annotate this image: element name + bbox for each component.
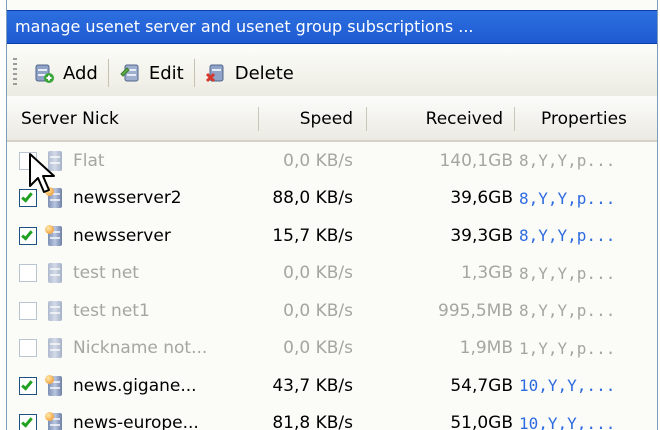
server-nick-cell: test net1 [7, 300, 259, 322]
server-nick: test net [73, 263, 139, 284]
server-properties: 8,Y,Y,p... [519, 188, 616, 208]
server-icon [45, 337, 65, 359]
server-enable-checkbox[interactable] [19, 264, 37, 283]
server-row[interactable]: Nickname not... 0,0 KB/s 1,9MB 1,Y,Y,p... [7, 330, 657, 368]
server-received: 995,5MB [438, 300, 513, 321]
server-row[interactable]: Flat 0,0 KB/s 140,1GB 8,Y,Y,p... [7, 142, 657, 180]
server-properties: 10,Y,Y,... [519, 376, 616, 396]
delete-button[interactable]: Delete [199, 55, 300, 91]
toolbar-separator [193, 59, 195, 87]
server-list: Flat 0,0 KB/s 140,1GB 8,Y,Y,p... newsserver2… [7, 142, 657, 430]
server-properties: 8,Y,Y,p... [519, 151, 616, 171]
edit-label: Edit [148, 62, 184, 84]
server-enable-checkbox[interactable] [19, 414, 37, 430]
server-properties: 8,Y,Y,p... [519, 226, 616, 246]
server-nick: test net1 [73, 300, 150, 321]
server-nick-cell: Nickname not... [7, 337, 259, 359]
server-nick: Flat [73, 150, 105, 171]
server-nick: news.gigane... [73, 375, 197, 396]
server-icon [45, 300, 65, 322]
server-speed: 0,0 KB/s [283, 338, 353, 359]
server-properties: 8,Y,Y,p... [519, 301, 616, 321]
checkmark-icon [21, 415, 33, 428]
server-enable-checkbox[interactable] [19, 226, 37, 245]
column-header-received[interactable]: Received [367, 98, 515, 140]
server-speed: 0,0 KB/s [283, 263, 353, 284]
server-received: 54,7GB [450, 375, 513, 396]
checkmark-icon [21, 228, 33, 241]
toolbar-separator [107, 59, 109, 87]
column-header-properties[interactable]: Properties [515, 98, 657, 140]
server-speed: 81,8 KB/s [272, 413, 353, 430]
delete-server-icon [205, 62, 227, 84]
edit-button[interactable]: Edit [113, 55, 190, 91]
server-manager-panel: manage usenet server and usenet group su… [6, 0, 658, 430]
server-icon [45, 374, 65, 397]
server-enable-checkbox[interactable] [19, 376, 37, 395]
server-nick: news-europe... [73, 413, 199, 430]
server-icon [45, 262, 65, 284]
server-properties: 1,Y,Y,p... [519, 338, 616, 358]
server-received: 1,9MB [459, 338, 513, 359]
server-received: 39,3GB [450, 225, 513, 246]
mouse-cursor-icon [29, 153, 55, 193]
server-nick-cell: newsserver [7, 224, 259, 247]
toolbar: Add Edit Delete [7, 50, 657, 96]
column-header-speed[interactable]: Speed [259, 98, 367, 140]
panel-title: manage usenet server and usenet group su… [7, 10, 657, 44]
toolbar-grip[interactable] [13, 58, 17, 88]
server-enable-checkbox[interactable] [19, 301, 37, 320]
server-speed: 43,7 KB/s [272, 375, 353, 396]
server-received: 1,3GB [461, 263, 513, 284]
server-enable-checkbox[interactable] [19, 339, 37, 358]
server-nick-cell: test net [7, 262, 259, 284]
server-row[interactable]: news.gigane... 43,7 KB/s 54,7GB 10,Y,Y,... [7, 367, 657, 405]
edit-server-icon [119, 62, 141, 84]
checkmark-icon [21, 378, 33, 391]
server-speed: 0,0 KB/s [283, 300, 353, 321]
server-nick-cell: news-europe... [7, 412, 259, 430]
server-properties: 10,Y,Y,... [519, 413, 616, 430]
server-row[interactable]: test net 0,0 KB/s 1,3GB 8,Y,Y,p... [7, 255, 657, 293]
server-speed: 15,7 KB/s [272, 225, 353, 246]
server-row[interactable]: test net1 0,0 KB/s 995,5MB 8,Y,Y,p... [7, 292, 657, 330]
server-nick-cell: news.gigane... [7, 374, 259, 397]
server-received: 39,6GB [450, 188, 513, 209]
server-speed: 88,0 KB/s [272, 188, 353, 209]
server-speed: 0,0 KB/s [283, 150, 353, 171]
server-row[interactable]: news-europe... 81,8 KB/s 51,0GB 10,Y,Y,... [7, 405, 657, 430]
server-row[interactable]: newsserver 15,7 KB/s 39,3GB 8,Y,Y,p... [7, 217, 657, 255]
column-header-server-nick[interactable]: Server Nick [7, 98, 259, 140]
server-received: 140,1GB [439, 150, 513, 171]
add-button[interactable]: Add [27, 55, 104, 91]
server-received: 51,0GB [450, 413, 513, 430]
server-nick: newsserver [73, 225, 171, 246]
list-header: Server Nick Speed Received Properties [7, 98, 657, 142]
server-row[interactable]: newsserver2 88,0 KB/s 39,6GB 8,Y,Y,p... [7, 180, 657, 218]
add-server-icon [33, 62, 55, 84]
server-icon [45, 412, 65, 430]
server-nick: Nickname not... [73, 338, 208, 359]
server-icon [45, 224, 65, 247]
server-properties: 8,Y,Y,p... [519, 263, 616, 283]
delete-label: Delete [234, 62, 294, 84]
add-label: Add [63, 62, 98, 84]
server-nick: newsserver2 [73, 188, 182, 209]
